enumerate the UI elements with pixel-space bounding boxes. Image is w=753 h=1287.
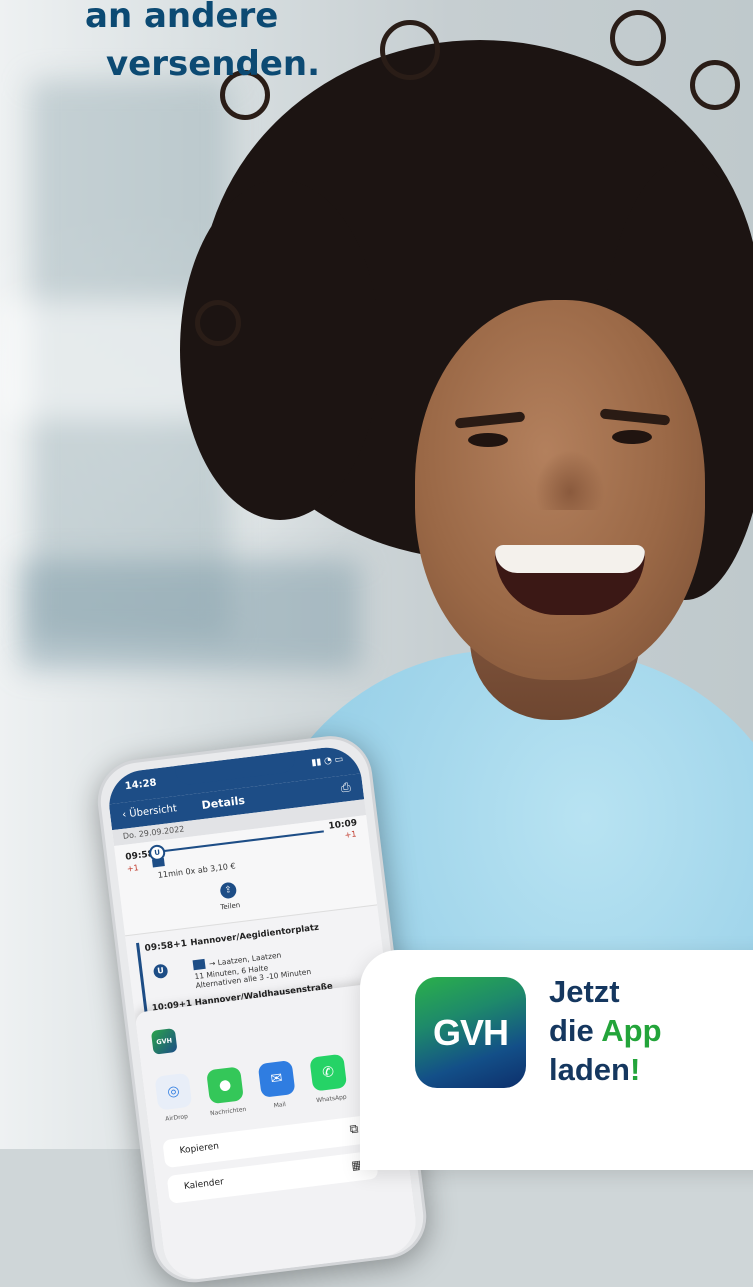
share-target-label: AirDrop	[164, 1113, 189, 1123]
whatsapp-icon[interactable]: ✆	[309, 1053, 348, 1092]
line-badge	[151, 858, 165, 868]
gvh-app-icon: GVH	[150, 1028, 178, 1055]
messages-icon[interactable]: ●	[206, 1066, 244, 1105]
cta-exclamation: !	[629, 1052, 641, 1087]
line-badge	[192, 958, 206, 971]
share-target-label: Mail	[273, 1101, 287, 1110]
cta-word-die: die	[549, 1013, 602, 1048]
signal-battery-icon: ▮▮ ◔ ▭	[310, 754, 344, 769]
right-eye	[612, 430, 652, 444]
cta-line-2: die App	[549, 1011, 662, 1050]
share-target-label: WhatsApp	[315, 1093, 348, 1105]
trip-meta: 11min 0x ab 3,10 €	[157, 861, 237, 880]
nav-title: Details	[200, 793, 246, 813]
person-nose	[535, 450, 605, 510]
cta-word-app: App	[601, 1013, 662, 1048]
calendar-label: Kalender	[183, 1177, 225, 1193]
ubahn-icon: U	[152, 963, 169, 980]
logo-text: GVH	[432, 1011, 509, 1053]
headline-line-1: an andere	[85, 0, 279, 36]
mail-icon[interactable]: ✉	[257, 1060, 296, 1098]
departure-delay: +1	[126, 863, 140, 874]
airdrop-icon[interactable]: ◎	[154, 1072, 193, 1111]
share-target-label: Nachrichten	[209, 1105, 247, 1118]
arrival-delay: +1	[344, 829, 357, 840]
cta-line-3: laden!	[549, 1050, 662, 1089]
share-icon[interactable]: ⇪	[219, 881, 238, 900]
teeth	[495, 545, 645, 573]
print-icon[interactable]: ⎙	[340, 780, 351, 796]
stop-name: Hannover/Aegidientorplatz	[189, 922, 320, 949]
back-label: Übersicht	[128, 803, 178, 820]
cta-text[interactable]: Jetzt die App laden!	[549, 972, 662, 1089]
copy-icon: ⧉	[348, 1121, 360, 1137]
headline-line-2: versenden.	[106, 44, 321, 84]
headline: an andere versenden.	[85, 0, 320, 88]
share-targets: ◎ AirDrop ● Nachrichten ✉ Mail ✆ WhatsAp…	[154, 1049, 388, 1127]
cta-word-laden: laden	[549, 1052, 630, 1087]
back-button[interactable]: ‹ Übersicht	[122, 803, 178, 821]
share-label: Teilen	[219, 901, 241, 912]
status-time: 14:28	[124, 777, 158, 793]
background-street	[20, 560, 360, 670]
left-eye	[468, 433, 508, 447]
gvh-logo: GVH	[415, 977, 526, 1088]
cta-line-1: Jetzt	[549, 974, 620, 1009]
stop-time: 09:58+1	[144, 938, 188, 955]
